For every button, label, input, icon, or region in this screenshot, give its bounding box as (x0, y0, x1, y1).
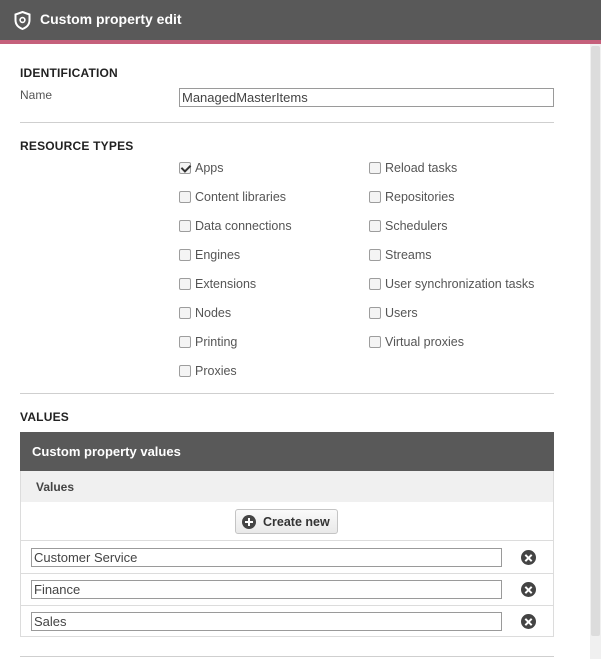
table-row-divider (20, 573, 554, 574)
checkbox-apps[interactable]: Apps (179, 160, 224, 176)
section-divider (20, 122, 554, 123)
delete-value-icon[interactable] (521, 582, 536, 597)
identification-heading: IDENTIFICATION (20, 66, 118, 80)
name-label: Name (20, 88, 53, 102)
panel-title: Custom property values (32, 444, 181, 459)
value-input-sales[interactable] (31, 612, 502, 631)
checkbox-box[interactable] (369, 278, 381, 290)
checkbox-extensions[interactable]: Extensions (179, 276, 256, 292)
window-title: Custom property edit (40, 11, 182, 27)
checkbox-label: User synchronization tasks (385, 277, 535, 291)
delete-value-icon[interactable] (521, 614, 536, 629)
checkbox-label: Engines (195, 248, 241, 262)
checkbox-repositories[interactable]: Repositories (369, 189, 454, 205)
checkbox-user-synchronization-tasks[interactable]: User synchronization tasks (369, 276, 534, 292)
custom-property-values-header: Custom property values (20, 432, 554, 471)
checkbox-box[interactable] (179, 278, 191, 290)
table-row-divider (20, 540, 554, 541)
checkbox-label: Printing (195, 335, 238, 349)
checkbox-box[interactable] (179, 365, 191, 377)
title-accent-bar (0, 40, 601, 44)
plus-circle-icon (242, 514, 256, 529)
checkbox-label: Nodes (195, 306, 232, 320)
checkbox-box[interactable] (369, 307, 381, 319)
checkbox-label: Schedulers (385, 219, 448, 233)
checkbox-label: Proxies (195, 364, 237, 378)
checkbox-label: Reload tasks (385, 161, 458, 175)
checkbox-box[interactable] (179, 220, 191, 232)
checkbox-content-libraries[interactable]: Content libraries (179, 189, 286, 205)
value-input-finance[interactable] (31, 580, 502, 599)
checkbox-box[interactable] (179, 191, 191, 203)
delete-value-icon[interactable] (521, 550, 536, 565)
column-header-label: Values (36, 480, 75, 494)
value-input-customer-service[interactable] (31, 548, 502, 567)
checkbox-label: Users (385, 306, 418, 320)
checkbox-label: Data connections (195, 219, 292, 233)
checkbox-box[interactable] (369, 249, 381, 261)
checkbox-box[interactable] (179, 336, 191, 348)
name-input[interactable] (179, 88, 554, 107)
scrollbar-thumb[interactable] (591, 46, 600, 636)
checkbox-engines[interactable]: Engines (179, 247, 240, 263)
checkbox-printing[interactable]: Printing (179, 334, 237, 350)
checkbox-reload-tasks[interactable]: Reload tasks (369, 160, 457, 176)
values-column-header: Values (20, 471, 554, 502)
checkbox-nodes[interactable]: Nodes (179, 305, 231, 321)
checkbox-streams[interactable]: Streams (369, 247, 432, 263)
checkbox-box[interactable] (369, 191, 381, 203)
checkbox-users[interactable]: Users (369, 305, 418, 321)
create-new-label: Create new (263, 514, 330, 529)
checkbox-box[interactable] (179, 249, 191, 261)
checkbox-box-checked[interactable] (179, 162, 191, 174)
checkbox-label: Content libraries (195, 190, 287, 204)
checkbox-label: Extensions (195, 277, 257, 291)
section-divider (20, 393, 554, 394)
window-titlebar: Custom property edit (0, 0, 601, 40)
checkbox-box[interactable] (179, 307, 191, 319)
checkbox-label: Streams (385, 248, 432, 262)
values-heading: VALUES (20, 410, 69, 424)
section-divider (20, 656, 554, 657)
checkbox-label: Apps (195, 161, 224, 175)
checkbox-schedulers[interactable]: Schedulers (369, 218, 448, 234)
checkbox-data-connections[interactable]: Data connections (179, 218, 292, 234)
table-row-divider (20, 605, 554, 606)
checkbox-box[interactable] (369, 220, 381, 232)
checkbox-label: Repositories (385, 190, 455, 204)
checkbox-box[interactable] (369, 336, 381, 348)
checkbox-label: Virtual proxies (385, 335, 464, 349)
checkbox-proxies[interactable]: Proxies (179, 363, 237, 379)
resource-types-heading: RESOURCE TYPES (20, 139, 134, 153)
checkbox-virtual-proxies[interactable]: Virtual proxies (369, 334, 464, 350)
shield-icon (14, 11, 31, 30)
checkbox-box[interactable] (369, 162, 381, 174)
create-new-button[interactable]: Create new (235, 509, 338, 534)
